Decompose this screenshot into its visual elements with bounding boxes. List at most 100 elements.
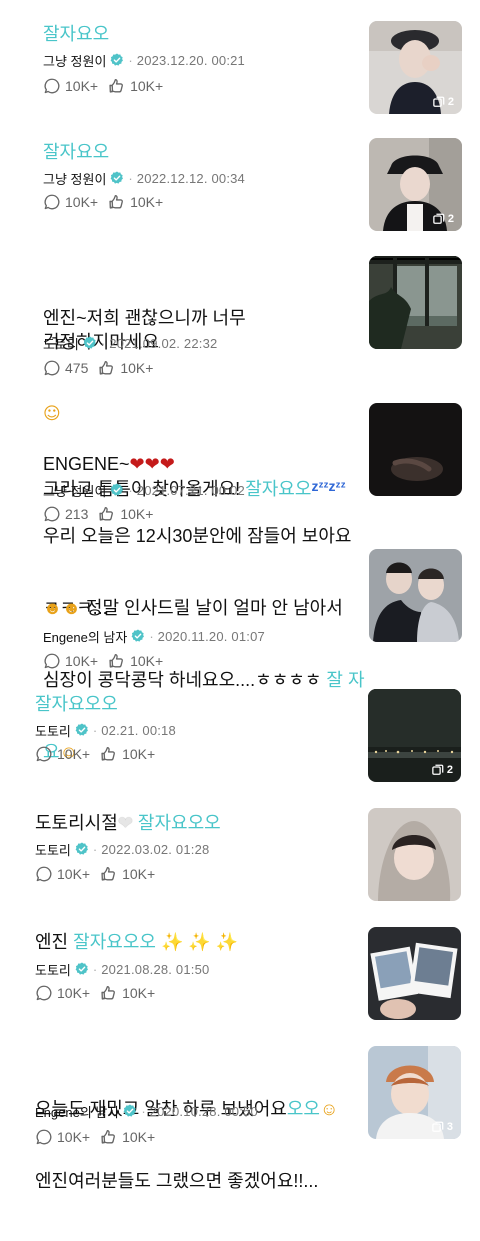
post-date: 2021.07.21. 00:02 [136,482,245,498]
comments-button[interactable]: 213 [43,505,88,523]
multi-photo-icon [433,96,445,108]
post-stats: 10K+ 10K+ [35,983,165,1003]
post-date: 2020.11.20. 01:07 [157,628,265,644]
post-thumbnail[interactable]: 3 [368,1046,461,1139]
author-name[interactable]: 도토리 [35,721,71,740]
comments-count: 213 [65,506,89,522]
author-name[interactable]: 그냥 정원이 [43,169,106,188]
smiling-hearts-emoji-icon: ☺ [319,1099,339,1119]
post-item[interactable]: 도토리시절❤ 잘자요오오 도토리 · 2022.03.02. 01:28 10K… [0,792,480,912]
photo-thumbnail [369,403,462,496]
post-thumbnail[interactable]: 2 [369,138,462,231]
comments-button[interactable]: 10K+ [43,652,98,670]
post-meta: Engene의 남자 · 2020.11.20. 01:07 [43,627,265,646]
post-text: 잘자요오 [43,24,110,44]
likes-button[interactable]: 10K+ [98,505,153,523]
comments-button[interactable]: 10K+ [35,865,90,883]
post-thumbnail[interactable]: 2 [368,689,461,782]
photo-count-badge: 2 [433,96,454,108]
post-text-line: ☻☻ 정말 인사드릴 날이 얼마 안 남아서 [43,598,343,618]
photo-count-badge: 2 [432,764,453,776]
author-name[interactable]: Engene의 남자 [43,627,127,646]
post-date: 2020.10.28. 00:50 [149,1103,258,1119]
likes-button[interactable]: 10K+ [100,984,155,1002]
likes-button[interactable]: 10K+ [100,1128,155,1146]
comment-icon [43,193,61,211]
photo-count-badge: 3 [432,1121,453,1133]
like-icon [98,359,116,377]
post-thumbnail[interactable] [369,549,462,642]
likes-button[interactable]: 10K+ [98,359,153,377]
comments-count: 10K+ [57,1129,91,1145]
like-icon [98,505,116,523]
verified-badge-icon [110,171,124,185]
post-thumbnail[interactable] [369,403,462,496]
post-item[interactable]: 잘자요오 그냥 정원이 · 2022.12.12. 00:34 10K+ 10K… [0,118,480,236]
post-thumbnail[interactable]: 2 [369,21,462,114]
likes-count: 10K+ [122,866,156,882]
comments-button[interactable]: 475 [43,359,88,377]
post-stats: 10K+ 10K+ [43,651,173,671]
like-icon [108,652,126,670]
likes-button[interactable]: 10K+ [100,865,155,883]
post-meta: 도토리 · 2022.03.02. 01:28 [35,840,210,859]
comments-count: 10K+ [65,653,99,669]
likes-count: 10K+ [122,1129,156,1145]
author-name[interactable]: 도토리 [35,960,71,979]
likes-button[interactable]: 10K+ [108,77,163,95]
verified-badge-icon [75,842,89,856]
comments-button[interactable]: 10K+ [35,745,90,763]
photo-thumbnail [368,808,461,901]
post-item[interactable]: 엔진 잘자요오오 ✨ ✨ ✨ 도토리 · 2021.08.28. 01:50 1… [0,912,480,1032]
author-name[interactable]: 도토리 [43,334,79,353]
likes-button[interactable]: 10K+ [100,745,155,763]
post-thumbnail[interactable] [368,927,461,1020]
comment-icon [35,745,53,763]
comments-button[interactable]: 10K+ [43,77,98,95]
author-name[interactable]: 도토리 [35,840,71,859]
post-thumbnail[interactable] [368,808,461,901]
verified-badge-icon [75,962,89,976]
post-text-line: 엔진여러분들도 그랬으면 좋겠어요!!... [35,1171,319,1191]
comments-button[interactable]: 10K+ [35,984,90,1002]
post-date: 2021.08.28. 01:50 [101,961,210,977]
comment-icon [43,359,61,377]
post-item[interactable]: 엔진~저희 괜찮으니까 너무 걱정하지마세요 ☺ 그리고 틈틈이 찾아올게요! … [0,236,480,499]
photo-count-badge: 2 [433,213,454,225]
multi-photo-icon [432,1121,444,1133]
verified-badge-icon [75,723,89,737]
likes-count: 10K+ [130,653,164,669]
comments-count: 10K+ [57,746,91,762]
post-item[interactable]: 오늘도 재밌고 알찬 하루 보냈어요오오☺ 엔진여러분들도 그랬으면 좋겠어요!… [0,1032,480,1191]
sparkles-emoji-icon: ✨ ✨ ✨ [160,932,239,952]
post-stats: 10K+ 10K+ [35,864,165,884]
post-text: 도토리시절❤ 잘자요오오 [35,813,221,833]
heart-eyes-emoji-icon: ☻☻ [43,598,81,618]
comments-button[interactable]: 10K+ [43,193,98,211]
post-thumbnail[interactable] [369,256,462,349]
author-name[interactable]: Engene의 남자 [35,1102,119,1121]
likes-count: 10K+ [122,746,156,762]
verified-badge-icon [131,629,145,643]
post-date: 2021.09.02. 22:32 [109,335,218,351]
likes-button[interactable]: 10K+ [108,652,163,670]
post-item[interactable]: ☻☻ 정말 인사드릴 날이 얼마 안 남아서 심장이 콩닥콩닥 하네요오....… [0,532,480,762]
post-meta: 도토리 · 2021.09.02. 22:32 [43,334,218,353]
post-item[interactable]: 잘자요오 그냥 정원이 · 2023.12.20. 00:21 10K+ 10K… [0,0,480,118]
verified-badge-icon [110,53,124,67]
post-date: 2022.12.12. 00:34 [136,170,245,186]
like-icon [108,77,126,95]
like-icon [100,984,118,1002]
comment-icon [35,984,53,1002]
post-meta: 그냥 정원이 · 2021.07.21. 00:02 [43,481,245,500]
post-stats: 475 10K+ [43,358,163,378]
post-item[interactable]: ENGENE~❤❤❤ 우리 오늘은 12시30분안에 잠들어 보아요 ㅋㅋㅋ..… [0,384,480,618]
post-date: 02.21. 00:18 [101,722,176,738]
author-name[interactable]: 그냥 정원이 [43,481,106,500]
comments-button[interactable]: 10K+ [35,1128,90,1146]
like-icon [100,745,118,763]
likes-button[interactable]: 10K+ [108,193,163,211]
post-item[interactable]: 잘자요오오 도토리 · 02.21. 00:18 10K+ 10K+ 2 [0,682,480,792]
author-name[interactable]: 그냥 정원이 [43,51,106,70]
like-icon [100,1128,118,1146]
